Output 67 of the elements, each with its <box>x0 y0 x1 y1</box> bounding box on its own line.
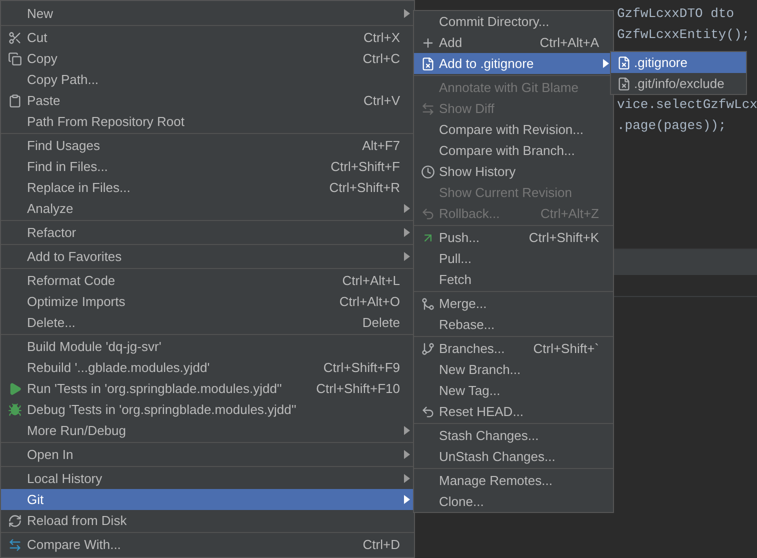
menu-item[interactable]: Pull... <box>414 248 613 269</box>
menu-item[interactable]: Stash Changes... <box>414 425 613 446</box>
refresh-icon <box>8 514 22 528</box>
copy-icon <box>8 52 22 66</box>
menu-item[interactable]: Build Module 'dq-jg-svr' <box>1 336 414 357</box>
menu-item[interactable]: More Run/Debug <box>1 420 414 441</box>
menu-item[interactable]: Compare with Revision... <box>414 119 613 140</box>
menu-item[interactable]: Copy Path... <box>1 69 414 90</box>
menu-item[interactable]: Cut Ctrl+X <box>1 27 414 48</box>
menu-item[interactable]: Debug 'Tests in 'org.springblade.modules.yjdd'' <box>1 399 414 420</box>
menu-item[interactable]: Refactor <box>1 222 414 243</box>
menu-item[interactable]: .git/info/exclude <box>611 73 746 94</box>
branch-icon <box>420 342 434 356</box>
menu-item[interactable]: Clone... <box>414 491 613 512</box>
menu-item[interactable]: Optimize Imports Ctrl+Alt+O <box>1 291 414 312</box>
menu-item[interactable]: Manage Remotes... <box>414 470 613 491</box>
menu-item[interactable]: Paste Ctrl+V <box>1 90 414 111</box>
menu-item[interactable]: Push... Ctrl+Shift+K <box>414 227 613 248</box>
menu-item[interactable]: Branches... Ctrl+Shift+` <box>414 338 613 359</box>
play-icon <box>8 382 22 396</box>
menu-item[interactable]: Commit Directory... <box>414 11 613 32</box>
menu-item[interactable]: Fetch <box>414 269 613 290</box>
menu-item[interactable]: Add to .gitignore <box>414 53 613 74</box>
file-icon <box>616 76 630 90</box>
merge-icon <box>420 296 434 310</box>
menu-item[interactable]: Compare With... Ctrl+D <box>1 534 414 555</box>
menu-item[interactable]: Rebuild '...gblade.modules.yjdd' Ctrl+Shift+F9 <box>1 357 414 378</box>
code-line: .page(pages)); <box>617 117 728 135</box>
file-icon <box>420 56 434 70</box>
menu-item[interactable]: Find Usages Alt+F7 <box>1 135 414 156</box>
menu-item[interactable]: Merge... <box>414 293 613 314</box>
menu-item[interactable]: .gitignore <box>611 52 746 73</box>
menu-item[interactable]: Replace in Files... Ctrl+Shift+R <box>1 177 414 198</box>
code-line: vice.selectGzfwLcx <box>617 96 757 114</box>
menu-item[interactable]: Rebase... <box>414 314 613 335</box>
clipboard-icon <box>8 94 22 108</box>
menu-item[interactable]: New Branch... <box>414 359 613 380</box>
code-line: GzfwLcxxDTO dto <box>617 5 736 23</box>
arrows-icon <box>8 538 22 552</box>
menu-item[interactable]: Copy Ctrl+C <box>1 48 414 69</box>
bug-icon <box>8 402 22 416</box>
file-icon <box>616 56 630 70</box>
menu-item[interactable]: New Tag... <box>414 380 613 401</box>
menu-item[interactable]: Local History <box>1 468 414 489</box>
menu-item[interactable]: Add Ctrl+Alt+A <box>414 32 613 53</box>
menu-item[interactable]: Delete... Delete <box>1 312 414 333</box>
scissors-icon <box>8 30 22 44</box>
menu-item[interactable]: Reformat Code Ctrl+Alt+L <box>1 270 414 291</box>
plus-icon <box>420 36 434 50</box>
menu-item[interactable]: UnStash Changes... <box>414 446 613 467</box>
menu-item[interactable]: Reload from Disk <box>1 510 414 531</box>
arrows-icon <box>420 102 434 116</box>
menu-item[interactable]: Git <box>1 489 414 510</box>
menu-item[interactable]: Reset HEAD... <box>414 401 613 422</box>
menu-item[interactable]: Show History <box>414 161 613 182</box>
menu-item[interactable]: Run 'Tests in 'org.springblade.modules.yjdd'' Ctrl+Shift+F10 <box>1 378 414 399</box>
undo-icon <box>420 206 434 220</box>
menu-item[interactable]: Add to Favorites <box>1 246 414 267</box>
menu-item[interactable]: Analyze <box>1 198 414 219</box>
undo-icon <box>420 404 434 418</box>
menu-item[interactable]: Path From Repository Root <box>1 111 414 132</box>
menu-item[interactable]: Open In <box>1 444 414 465</box>
code-line: GzfwLcxxEntity(); <box>617 26 751 44</box>
menu-item[interactable]: Find in Files... Ctrl+Shift+F <box>1 156 414 177</box>
clock-icon <box>420 164 434 178</box>
menu-item[interactable]: New <box>1 3 414 24</box>
menu-item[interactable]: Compare with Branch... <box>414 140 613 161</box>
